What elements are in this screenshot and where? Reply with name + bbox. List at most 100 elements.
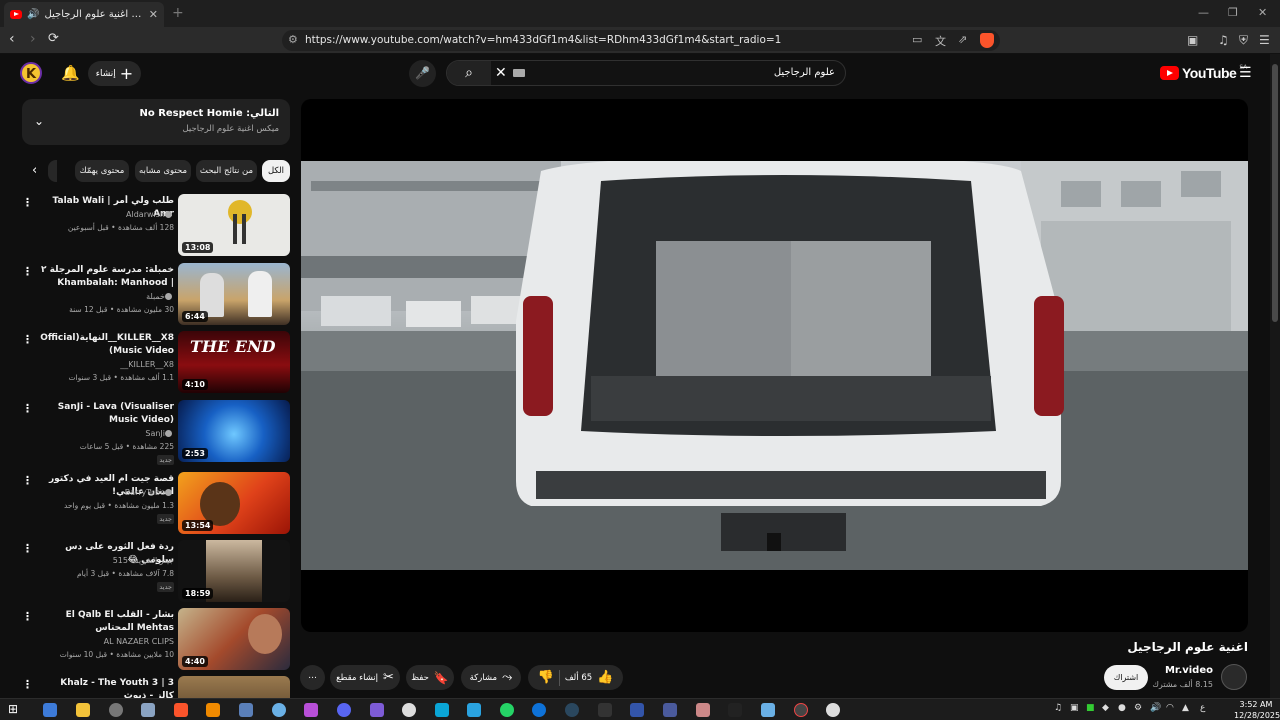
- search-input[interactable]: [535, 61, 835, 85]
- channel-name[interactable]: Aldarwish: [126, 210, 174, 219]
- app-icon[interactable]: [663, 703, 677, 717]
- chip-all[interactable]: الكل: [262, 160, 290, 182]
- address-bar[interactable]: ⚙ https://www.youtube.com/watch?v=hm433d…: [282, 30, 1000, 51]
- reload-icon[interactable]: ⟳: [48, 31, 59, 46]
- system-clock[interactable]: 3:52 AM 12/28/2025: [1234, 699, 1280, 720]
- app-icon[interactable]: [532, 703, 546, 717]
- app-icon[interactable]: [402, 703, 416, 717]
- back-button[interactable]: ‹: [9, 31, 15, 47]
- app-icon[interactable]: [696, 703, 710, 717]
- voice-search-icon[interactable]: 🎤: [409, 60, 436, 87]
- site-info-icon[interactable]: ⚙: [288, 33, 298, 46]
- channel-name[interactable]: KILLER__X8__: [120, 360, 174, 369]
- browser-tab[interactable]: 🔊 اغنية علوم الرجاجيل - YouTube ✕: [4, 2, 164, 27]
- channel-name[interactable]: AL NAZAER CLIPS: [104, 637, 174, 646]
- app-icon[interactable]: [239, 703, 253, 717]
- windows-start-icon[interactable]: ⊞: [8, 702, 22, 716]
- more-options-icon[interactable]: ⋮: [22, 678, 33, 691]
- video-title[interactable]: SanJi - Lava (Visualiser Music Video): [40, 401, 174, 427]
- video-title[interactable]: KILLER__X8__النهاية(Official Music Video…: [40, 332, 174, 358]
- more-options-icon[interactable]: ⋮: [22, 610, 33, 623]
- video-frame[interactable]: [301, 161, 1248, 570]
- like-count[interactable]: 65 ألف: [565, 673, 592, 683]
- chip-from-search[interactable]: من نتائج البحث: [196, 160, 257, 182]
- file-explorer-icon[interactable]: [76, 703, 90, 717]
- video-title[interactable]: بشار - القلب El Qalb El Mehtas المحتاس: [40, 609, 174, 635]
- guide-menu-icon[interactable]: ☰: [1239, 65, 1252, 81]
- scrollbar-thumb[interactable]: [1272, 64, 1278, 322]
- tray-app-icon[interactable]: ●: [1118, 703, 1126, 713]
- video-thumbnail[interactable]: 2:53: [178, 400, 290, 462]
- notifications-icon[interactable]: 🔔: [61, 64, 80, 82]
- tray-app-icon[interactable]: ■: [1086, 703, 1095, 713]
- discord-icon[interactable]: [337, 703, 351, 717]
- thumbs-down-icon[interactable]: 👎: [538, 670, 554, 685]
- chip-recommended[interactable]: محتوى يهمّك: [75, 160, 129, 182]
- app-icon[interactable]: [467, 703, 481, 717]
- video-thumbnail[interactable]: 13:54: [178, 472, 290, 534]
- app-icon[interactable]: [761, 703, 775, 717]
- channel-name[interactable]: Mr.video: [1165, 665, 1213, 676]
- channel-name[interactable]: SanJi: [145, 429, 174, 438]
- app-icon[interactable]: [794, 703, 808, 717]
- more-actions-button[interactable]: ⋯: [300, 665, 325, 690]
- forward-button[interactable]: ›: [30, 31, 36, 47]
- cast-icon[interactable]: ▭: [912, 33, 922, 46]
- vlc-icon[interactable]: [206, 703, 220, 717]
- epic-games-icon[interactable]: [598, 703, 612, 717]
- video-player[interactable]: [301, 99, 1248, 632]
- app-icon[interactable]: [826, 703, 840, 717]
- brave-browser-icon[interactable]: [174, 703, 188, 717]
- channel-avatar[interactable]: [1221, 664, 1247, 690]
- share-page-icon[interactable]: ⇗: [958, 33, 967, 46]
- share-button[interactable]: ⤳ مشاركة: [461, 665, 521, 690]
- video-thumbnail[interactable]: [178, 676, 290, 698]
- video-thumbnail[interactable]: 18:59: [178, 540, 290, 602]
- more-options-icon[interactable]: ⋮: [22, 196, 33, 209]
- video-title[interactable]: Khalz - The Youth 3 | 3 كالز - ذيوث: [40, 677, 174, 698]
- vpn-shield-icon[interactable]: ⛨: [1239, 33, 1248, 48]
- input-language[interactable]: ع: [1200, 703, 1205, 713]
- clear-search-icon[interactable]: ✕: [495, 65, 507, 81]
- whatsapp-icon[interactable]: [500, 703, 514, 717]
- app-icon[interactable]: [728, 703, 742, 717]
- list-item[interactable]: 18:59 ردة فعل الثوره على دس سلومي 😂 جيتر…: [18, 540, 292, 604]
- video-thumbnail[interactable]: THE END 4:10: [178, 331, 290, 393]
- url-text[interactable]: https://www.youtube.com/watch?v=hm433dGf…: [305, 34, 781, 46]
- close-window-button[interactable]: ✕: [1258, 6, 1267, 19]
- game-icon[interactable]: [370, 703, 384, 717]
- new-tab-button[interactable]: +: [172, 5, 184, 21]
- channel-name[interactable]: خمبلة: [146, 292, 174, 301]
- steam-icon[interactable]: [565, 703, 579, 717]
- save-button[interactable]: 🔖 حفظ: [406, 665, 454, 690]
- channel-name[interactable]: BarryTube: [125, 488, 174, 497]
- video-thumbnail[interactable]: 6:44: [178, 263, 290, 325]
- account-avatar[interactable]: K: [20, 62, 42, 84]
- chevron-left-icon[interactable]: ‹: [32, 163, 37, 178]
- create-button[interactable]: إنشاء +: [88, 61, 141, 86]
- list-item[interactable]: THE END 4:10 KILLER__X8__النهاية(Officia…: [18, 331, 292, 395]
- list-item[interactable]: 2:53 SanJi - Lava (Visualiser Music Vide…: [18, 400, 292, 465]
- more-options-icon[interactable]: ⋮: [22, 333, 33, 346]
- video-thumbnail[interactable]: 4:40: [178, 608, 290, 670]
- page-scrollbar[interactable]: [1270, 54, 1280, 698]
- tray-app-icon[interactable]: ◆: [1102, 703, 1109, 713]
- app-icon[interactable]: [109, 703, 123, 717]
- app-icon[interactable]: [630, 703, 644, 717]
- list-item[interactable]: 6:44 خمبلة: مدرسة علوم المرجلة ٢ | Khamb…: [18, 263, 292, 327]
- minimize-button[interactable]: —: [1198, 6, 1209, 19]
- maximize-button[interactable]: ❐: [1228, 6, 1238, 19]
- app-icon[interactable]: [272, 703, 286, 717]
- list-item[interactable]: 13:54 قصة جيت ام العيد في دكتور اسنان عا…: [18, 472, 292, 536]
- app-icon[interactable]: [304, 703, 318, 717]
- list-item[interactable]: 4:40 بشار - القلب El Qalb El Mehtas المح…: [18, 608, 292, 672]
- close-tab-icon[interactable]: ✕: [149, 8, 158, 21]
- start-icon[interactable]: [43, 703, 57, 717]
- channel-name[interactable]: جيتر الشريف 515: [113, 556, 174, 565]
- app-icon[interactable]: [435, 703, 449, 717]
- media-icon[interactable]: ♫: [1218, 33, 1229, 47]
- tray-app-icon[interactable]: ⚙: [1134, 703, 1142, 713]
- network-icon[interactable]: ◠: [1166, 703, 1174, 713]
- subscribe-button[interactable]: اشتراك: [1104, 665, 1148, 690]
- video-thumbnail[interactable]: 13:08: [178, 194, 290, 256]
